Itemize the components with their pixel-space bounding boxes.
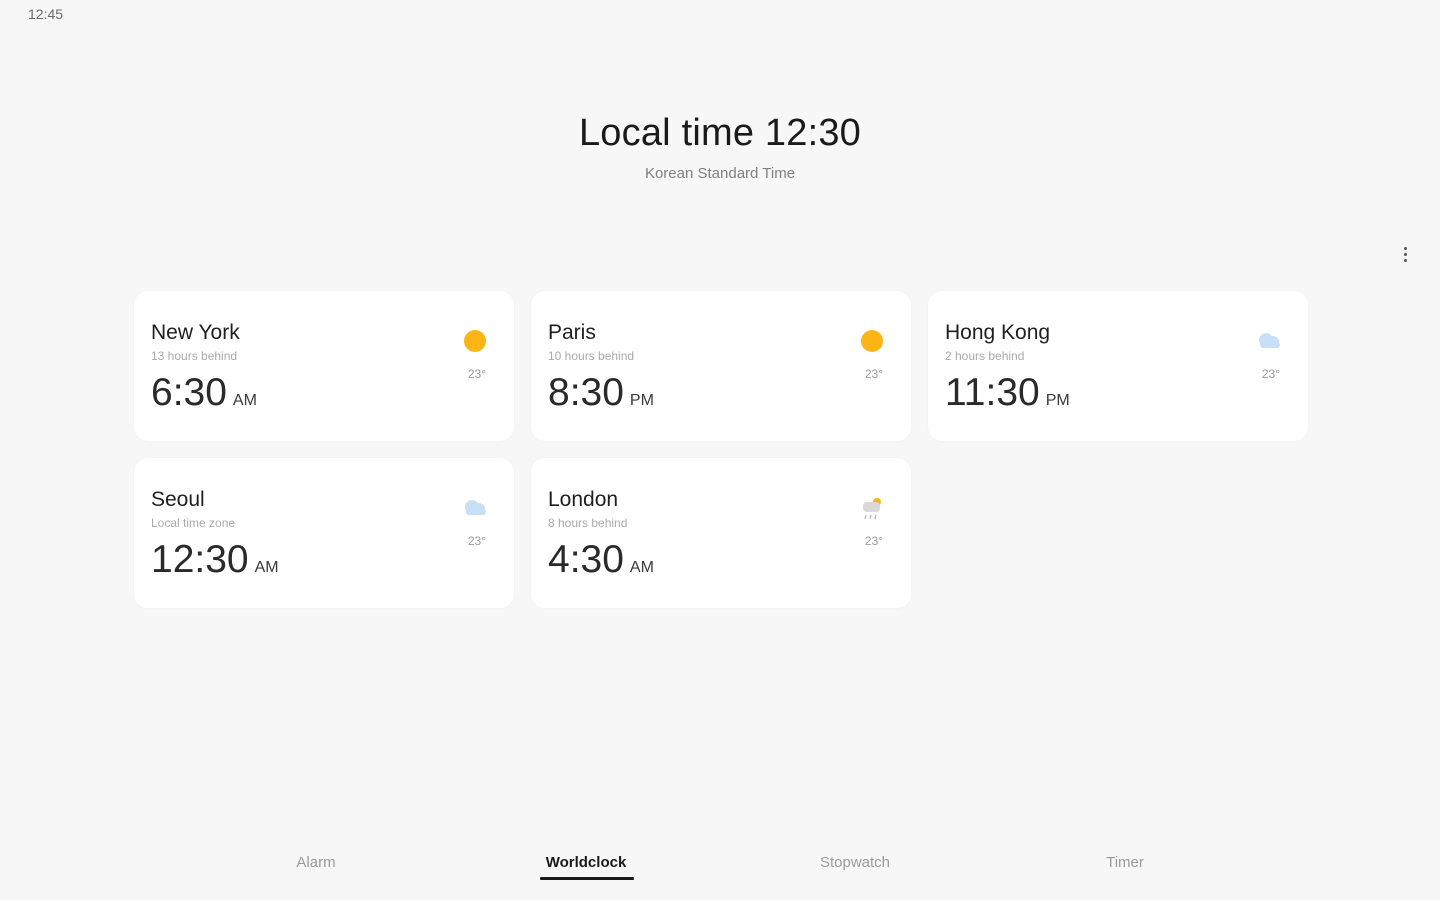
more-options-button[interactable] bbox=[1393, 240, 1417, 268]
time-difference: 10 hours behind bbox=[548, 349, 635, 363]
tab-timer[interactable]: Timer bbox=[1106, 854, 1144, 879]
city-card-seoul[interactable]: Seoul Local time zone 12:30 AM 23° bbox=[134, 458, 514, 608]
temperature: 23° bbox=[1261, 367, 1280, 381]
local-time-header: Local time 12:30 Korean Standard Time bbox=[0, 112, 1440, 182]
time-value: 8:30 bbox=[548, 371, 624, 414]
sun-icon bbox=[464, 330, 486, 352]
city-name: Seoul bbox=[151, 488, 205, 511]
time-value: 11:30 bbox=[945, 371, 1040, 414]
tab-alarm[interactable]: Alarm bbox=[296, 854, 335, 879]
worldclock-card-grid: New York 13 hours behind 6:30 AM 23° Pari… bbox=[134, 291, 1308, 608]
temperature: 23° bbox=[864, 367, 883, 381]
time-difference: 13 hours behind bbox=[151, 349, 238, 363]
am-pm: AM bbox=[254, 559, 279, 576]
city-card-new-york[interactable]: New York 13 hours behind 6:30 AM 23° bbox=[134, 291, 514, 441]
time-value: 6:30 bbox=[151, 371, 227, 414]
city-time: 8:30 PM bbox=[548, 371, 654, 415]
active-tab-indicator bbox=[540, 877, 634, 880]
timezone-label: Korean Standard Time bbox=[644, 165, 796, 182]
am-pm: PM bbox=[1045, 392, 1070, 409]
time-difference: 2 hours behind bbox=[945, 349, 1025, 363]
time-value: 4:30 bbox=[548, 538, 624, 581]
am-pm: AM bbox=[232, 392, 257, 409]
more-options-icon-dot bbox=[1403, 252, 1407, 256]
city-name: Paris bbox=[548, 321, 596, 344]
bottom-tab-bar: Alarm Worldclock Stopwatch Timer bbox=[0, 840, 1440, 900]
cloud-icon bbox=[465, 500, 486, 515]
city-time: 11:30 PM bbox=[945, 371, 1070, 415]
city-card-london[interactable]: London 8 hours behind 4:30 AM 23° bbox=[531, 458, 911, 608]
more-options-icon-dot bbox=[1403, 258, 1407, 262]
cloud-icon bbox=[1259, 333, 1280, 348]
rain-sun-icon bbox=[863, 498, 881, 520]
am-pm: PM bbox=[629, 392, 654, 409]
city-name: New York bbox=[151, 321, 240, 344]
time-difference: 8 hours behind bbox=[548, 516, 628, 530]
am-pm: AM bbox=[629, 559, 654, 576]
city-card-hong-kong[interactable]: Hong Kong 2 hours behind 11:30 PM 23° bbox=[928, 291, 1308, 441]
temperature: 23° bbox=[467, 367, 486, 381]
temperature: 23° bbox=[467, 534, 486, 548]
city-card-paris[interactable]: Paris 10 hours behind 8:30 PM 23° bbox=[531, 291, 911, 441]
city-time: 4:30 AM bbox=[548, 538, 654, 582]
sun-icon bbox=[861, 330, 883, 352]
time-difference: Local time zone bbox=[151, 516, 236, 530]
tab-stopwatch[interactable]: Stopwatch bbox=[820, 854, 890, 879]
status-bar-time: 12:45 bbox=[28, 6, 64, 22]
city-time: 6:30 AM bbox=[151, 371, 257, 415]
tab-worldclock[interactable]: Worldclock bbox=[546, 854, 627, 879]
more-options-icon bbox=[1403, 246, 1407, 250]
city-time: 12:30 AM bbox=[151, 538, 279, 582]
time-value: 12:30 bbox=[151, 538, 249, 581]
temperature: 23° bbox=[864, 534, 883, 548]
city-name: Hong Kong bbox=[945, 321, 1051, 344]
city-name: London bbox=[548, 488, 619, 511]
page-title: Local time 12:30 bbox=[578, 112, 862, 154]
